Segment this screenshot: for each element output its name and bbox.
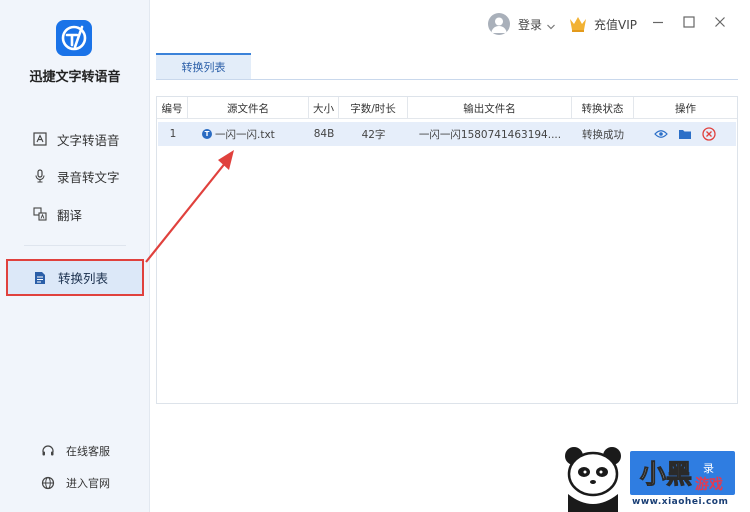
cell-count: 42字	[361, 128, 386, 141]
table-header: 编号 源文件名 大小 字数/时长 输出文件名 转换状态 操作	[157, 97, 737, 119]
column-header-count: 字数/时长	[339, 97, 408, 119]
sidebar-item-label: 文字转语音	[57, 132, 120, 148]
watermark-site-text: 小黑	[639, 460, 693, 491]
cell-actions	[634, 122, 736, 146]
app-logo-icon	[56, 20, 92, 56]
avatar[interactable]	[488, 13, 510, 35]
sidebar-footer-website[interactable]: 进入官网	[0, 473, 150, 493]
footer-item-label: 进入官网	[66, 477, 110, 490]
vip-recharge-link[interactable]: 充值VIP	[594, 16, 637, 33]
text-file-icon: T	[202, 129, 212, 139]
watermark-url: www.xiaohei.com	[632, 497, 729, 507]
text-box-icon	[32, 131, 48, 147]
cell-size: 84B	[313, 128, 335, 140]
sidebar-item-translate[interactable]: 翻译	[0, 199, 150, 229]
close-icon[interactable]	[712, 14, 728, 30]
sidebar-item-text-to-speech[interactable]: 文字转语音	[0, 124, 150, 154]
tab-divider	[156, 79, 738, 80]
column-header-output: 输出文件名	[408, 97, 572, 119]
column-header-status: 转换状态	[572, 97, 634, 119]
login-link[interactable]: 登录	[518, 16, 542, 33]
panda-mascot-icon	[565, 447, 621, 512]
vip-crown-icon[interactable]	[568, 15, 588, 33]
app-name: 迅捷文字转语音	[29, 70, 121, 85]
chevron-down-icon[interactable]	[546, 17, 556, 30]
open-folder-icon[interactable]	[677, 126, 693, 142]
column-header-size: 大小	[309, 97, 339, 119]
column-header-index: 编号	[157, 97, 188, 119]
sidebar-item-label: 转换列表	[58, 271, 109, 286]
translate-icon	[32, 206, 48, 222]
watermark-game-text: 游戏	[695, 477, 723, 493]
sidebar-footer-online-service[interactable]: 在线客服	[0, 441, 150, 461]
sidebar-item-label: 翻译	[57, 207, 83, 223]
cell-status: 转换成功	[582, 128, 624, 141]
sidebar-item-label: 录音转文字	[57, 169, 120, 185]
sidebar-item-conversion-list[interactable]: 转换列表	[6, 259, 144, 296]
column-header-source: 源文件名	[188, 97, 309, 119]
microphone-icon	[32, 168, 48, 184]
headset-icon	[40, 443, 56, 459]
cell-output: 一闪一闪1580741463194....	[418, 128, 562, 141]
tab-conversion-list[interactable]: 转换列表	[156, 53, 251, 79]
file-list-icon	[32, 270, 48, 286]
sidebar: 迅捷文字转语音 文字转语音 录音转文字 翻译 在线客服 进入官网	[0, 0, 150, 512]
annotation-arrow	[145, 150, 234, 263]
globe-icon	[40, 475, 56, 491]
maximize-icon[interactable]	[681, 14, 697, 30]
minimize-icon[interactable]	[650, 14, 666, 30]
footer-item-label: 在线客服	[66, 445, 110, 458]
sidebar-item-speech-to-text[interactable]: 录音转文字	[0, 161, 150, 191]
sidebar-divider	[24, 245, 126, 246]
delete-icon[interactable]	[701, 126, 717, 142]
preview-eye-icon[interactable]	[653, 126, 669, 142]
column-header-actions: 操作	[675, 102, 696, 115]
